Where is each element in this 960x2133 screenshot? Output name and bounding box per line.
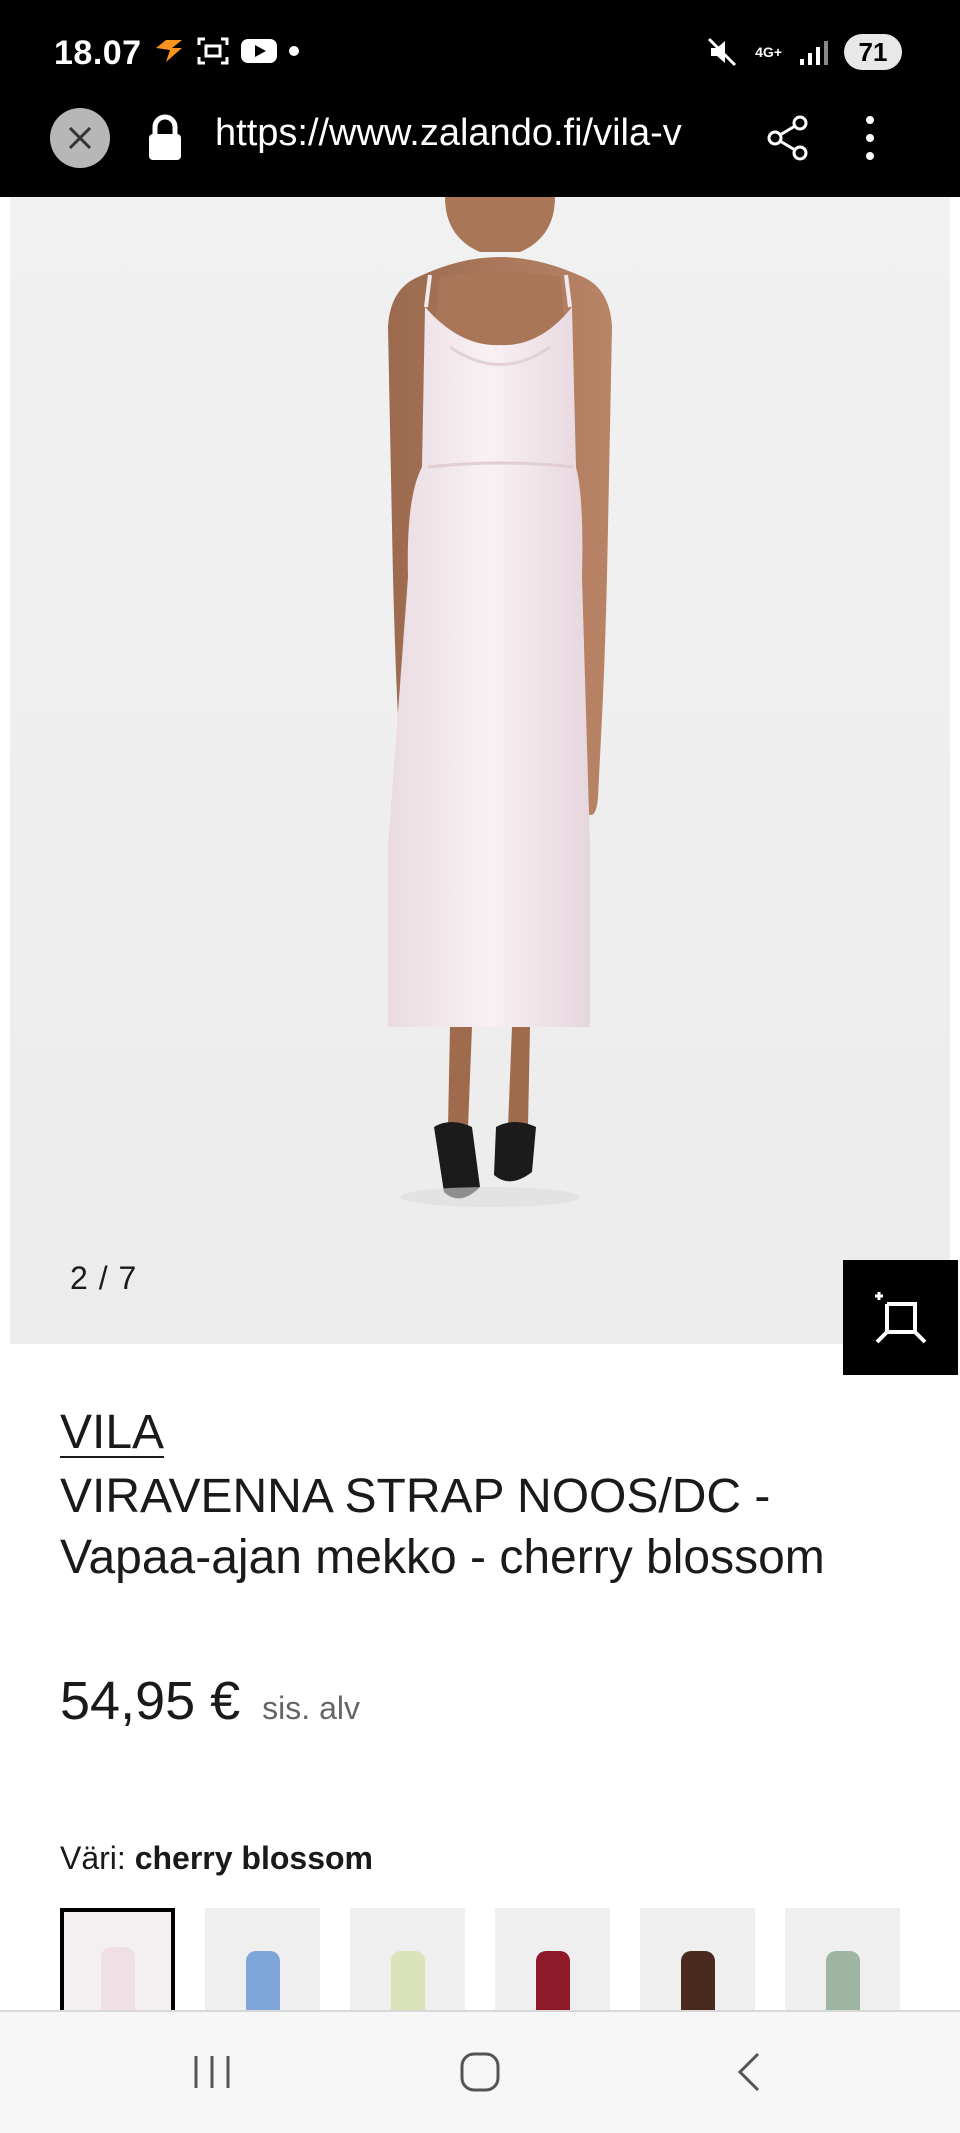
- swatch-cherry-blossom[interactable]: [60, 1908, 175, 2023]
- swatch-red[interactable]: [495, 1908, 610, 2023]
- home-icon[interactable]: [456, 2048, 504, 2096]
- product-photo: [388, 197, 612, 1207]
- youtube-icon: [241, 39, 277, 63]
- status-system-icons: 4G+ 71: [705, 34, 902, 70]
- dot-icon: [289, 46, 299, 56]
- color-swatch-list: [60, 1908, 900, 2023]
- lock-icon[interactable]: [146, 114, 184, 162]
- product-image-gallery[interactable]: [10, 197, 950, 1344]
- ai-crop-search-icon: [874, 1291, 926, 1343]
- vat-note: sis. alv: [262, 1690, 360, 1726]
- color-value: cherry blossom: [134, 1840, 373, 1876]
- back-icon[interactable]: [730, 2048, 770, 2096]
- app-notification-icon: [156, 40, 182, 62]
- visual-search-button[interactable]: [843, 1260, 958, 1375]
- swatch-blue[interactable]: [205, 1908, 320, 2023]
- more-vertical-icon[interactable]: [864, 114, 876, 162]
- brand-link[interactable]: VILA: [60, 1405, 164, 1460]
- network-type: 4G+: [755, 44, 782, 60]
- product-price: 54,95 €: [60, 1671, 241, 1731]
- system-navigation-bar: [0, 2010, 960, 2133]
- product-title: VIRAVENNA STRAP NOOS/DC - Vapaa-ajan mek…: [60, 1470, 825, 1584]
- status-notification-icons: [152, 36, 300, 66]
- status-time: 18.07: [54, 34, 142, 72]
- color-selection-label: Väri: cherry blossom: [60, 1840, 373, 1877]
- close-icon: [68, 126, 92, 150]
- mute-icon: [708, 37, 737, 67]
- swatch-sage[interactable]: [785, 1908, 900, 2023]
- screenshot-icon: [197, 37, 229, 65]
- close-tab-button[interactable]: [50, 108, 110, 168]
- battery-indicator: 71: [844, 34, 902, 70]
- swatch-floral[interactable]: [350, 1908, 465, 2023]
- url-bar[interactable]: https://www.zalando.fi/vila-v: [215, 112, 735, 155]
- color-label: Väri:: [60, 1840, 126, 1876]
- signal-icon: [800, 41, 828, 65]
- browser-chrome: 18.07 4G+ 71 https://www.zalando.fi/vila…: [0, 0, 960, 197]
- recent-apps-icon[interactable]: [190, 2048, 234, 2096]
- gallery-counter: 2 / 7: [70, 1260, 138, 1296]
- share-icon[interactable]: [766, 114, 810, 162]
- swatch-brown[interactable]: [640, 1908, 755, 2023]
- price-row: 54,95 € sis. alv: [60, 1670, 360, 1732]
